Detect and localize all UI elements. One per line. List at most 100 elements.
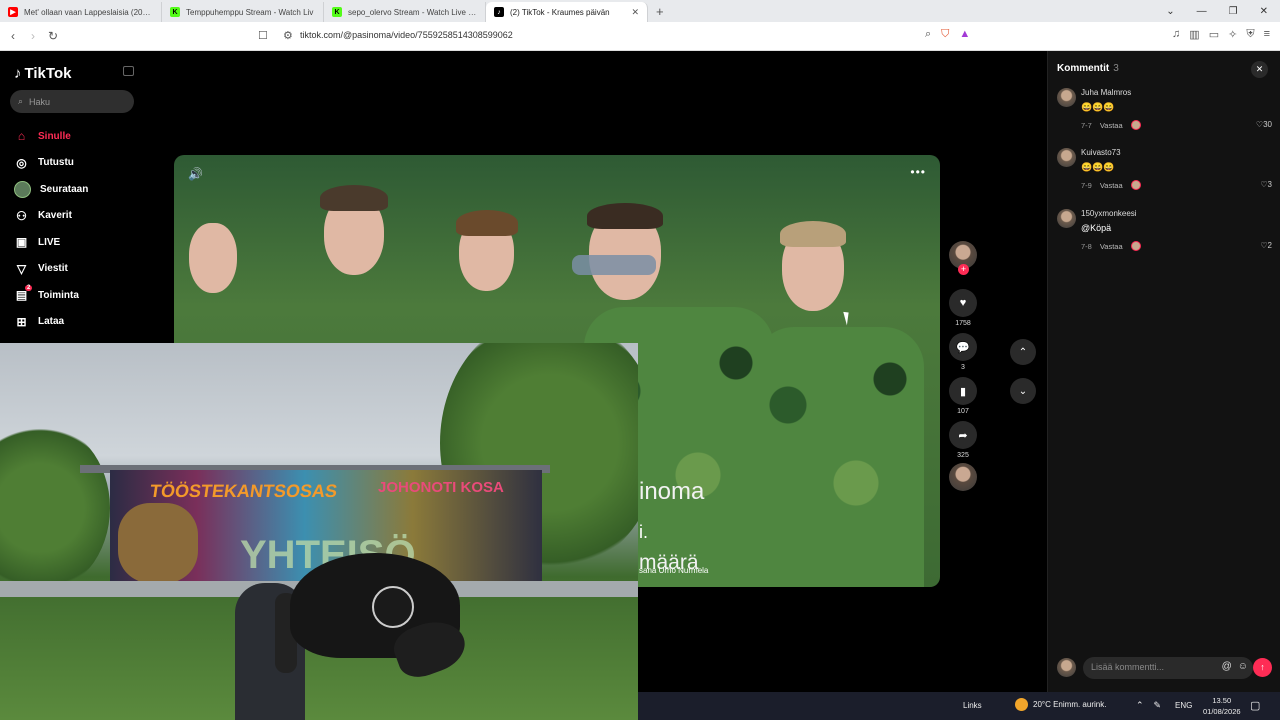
sidebar-item-kaverit[interactable]: ⚇ Kaverit [14, 203, 88, 230]
minimize-icon[interactable]: — [1197, 6, 1207, 17]
brave-rewards-icon[interactable]: ▲ [959, 28, 970, 41]
close-window-icon[interactable]: ✕ [1260, 6, 1268, 17]
browser-tab-active[interactable]: ♪ (2) TikTok - Kraumes päivän ✕ [486, 2, 648, 22]
vpn-icon[interactable]: ⛨ [1246, 28, 1254, 41]
reload-icon[interactable]: ↻ [43, 29, 63, 43]
weather-widget[interactable]: 20°C Enimm. aurink. [1015, 698, 1106, 711]
share-button[interactable]: ➦ [949, 421, 977, 449]
send-icon: ▽ [16, 261, 27, 276]
comment-like-button[interactable]: ♡3 [1260, 180, 1272, 189]
maximize-icon[interactable]: ❐ [1229, 6, 1238, 17]
sidebar-item-seurataan[interactable]: Seurataan [14, 176, 88, 203]
back-icon[interactable]: ‹ [3, 29, 23, 43]
pen-icon[interactable]: ✎ [1154, 700, 1162, 711]
tree [0, 423, 110, 593]
clock-time: 13.50 [1212, 696, 1232, 705]
close-comments-button[interactable]: ✕ [1251, 61, 1268, 78]
next-video-button[interactable]: ⌄ [1010, 378, 1036, 404]
comment-like-button[interactable]: ♡30 [1256, 120, 1272, 129]
creator-avatar[interactable]: + [949, 241, 977, 275]
comment-avatar[interactable] [1057, 88, 1076, 107]
notification-icon[interactable]: ▢ [1250, 699, 1260, 712]
comment-date: 7-8 [1081, 241, 1092, 251]
soldier-hair [456, 210, 518, 236]
comment-button[interactable]: 💬 [949, 333, 977, 361]
reply-button[interactable]: Vastaa [1100, 121, 1123, 130]
comment-username[interactable]: Kuivasto73 [1081, 148, 1121, 157]
menu-icon[interactable]: ≡ [1264, 28, 1270, 41]
clock-date: 01/08/2026 [1203, 707, 1241, 716]
chevron-up-icon[interactable]: ⌃ [1136, 700, 1144, 711]
compass-icon: ◎ [16, 155, 27, 170]
sidebar-item-toiminta[interactable]: ▤ 2 Toiminta [14, 282, 88, 309]
forward-icon[interactable]: › [23, 29, 43, 43]
search-input[interactable]: ⌕ Haku [10, 90, 134, 113]
sidebar-item-label: Kaverit [38, 210, 72, 222]
more-options-icon[interactable]: ••• [910, 165, 926, 179]
tab-title: (2) TikTok - Kraumes päivän [510, 7, 610, 17]
comment-like-button[interactable]: ♡2 [1260, 241, 1272, 250]
comments-header: Kommentit 3 [1057, 63, 1119, 74]
sidebar-icon[interactable]: ▥ [1189, 28, 1199, 41]
like-button[interactable]: ♥ [949, 289, 977, 317]
tab-search-icon[interactable]: ⌄ [1166, 6, 1174, 17]
sidebar-item-sinulle[interactable]: ⌂ Sinulle [14, 123, 88, 150]
kick-icon: K [170, 7, 180, 17]
creator-liked-avatar [1130, 180, 1141, 190]
close-icon[interactable]: ✕ [631, 7, 639, 18]
sidebar-item-live[interactable]: ▣ LIVE [14, 229, 88, 256]
sidebar-item-viestit[interactable]: ▽ Viestit [14, 256, 88, 283]
avatar-icon [14, 180, 31, 198]
comment-avatar[interactable] [1057, 148, 1076, 167]
comment-like-count: 30 [1263, 120, 1272, 129]
browser-tab[interactable]: ▶ Met' ollaan vaan Lappeslaisia (2007) # [0, 2, 162, 22]
url-field[interactable]: tiktok.com/@pasinoma/video/7559258514308… [300, 30, 513, 40]
comment-username[interactable]: 150yxmonkeesi [1081, 209, 1137, 218]
soldier-hair [320, 185, 388, 211]
share-icon: ➦ [958, 429, 968, 442]
tiktok-logo[interactable]: ♪ TikTok [14, 65, 71, 82]
comment-avatar[interactable] [1057, 209, 1076, 228]
collapse-sidebar-icon[interactable] [123, 66, 134, 76]
emoji-icon[interactable]: ☺ [1238, 661, 1248, 672]
reply-button[interactable]: Vastaa [1100, 242, 1123, 251]
send-comment-button[interactable]: ↑ [1253, 658, 1272, 677]
links-toolbar[interactable]: Links [963, 701, 982, 710]
creator-liked-avatar [1130, 241, 1141, 251]
webcam-overlay: TÖÖSTEKANTSOSAS JOHONOTI KOSA YHTEISÖ [0, 343, 638, 720]
sidebar-item-lataa[interactable]: ⊞ Lataa [14, 309, 88, 336]
comment-username[interactable]: Juha Malmros [1081, 88, 1131, 97]
mention-icon[interactable]: @ [1222, 661, 1232, 672]
media-icon[interactable]: ♫ [1172, 28, 1180, 41]
ai-icon[interactable]: ✧ [1228, 28, 1237, 41]
clock[interactable]: 13.50 01/08/2026 [1203, 695, 1241, 717]
comments-panel: Kommentit 3 ✕ Juha Malmros 😄😄😄 7-7 Vastaa… [1047, 51, 1280, 720]
sound-avatar[interactable] [949, 463, 977, 491]
reply-button[interactable]: Vastaa [1100, 181, 1123, 190]
volume-icon[interactable]: 🔊 [188, 167, 203, 181]
live-icon: ▣ [15, 235, 28, 250]
comments-title: Kommentit [1057, 63, 1110, 74]
search-icon: ⌕ [18, 96, 24, 106]
browser-tab[interactable]: K sepo_olervo Stream - Watch Live on [324, 2, 486, 22]
soldier-hair [587, 203, 663, 229]
brave-shield-icon[interactable]: ⛉ [941, 28, 949, 41]
bookmark-icon[interactable]: ☐ [258, 29, 268, 42]
comment-input-icons: @ ☺ [1222, 661, 1248, 672]
site-info-icon[interactable]: ⚙ [283, 29, 293, 42]
wallet-icon[interactable]: ▭ [1209, 28, 1219, 41]
previous-video-button[interactable]: ⌃ [1010, 339, 1036, 365]
creator-liked-avatar [1130, 120, 1141, 130]
save-button[interactable]: ▮ [949, 377, 977, 405]
follow-icon[interactable]: + [958, 264, 969, 275]
tab-title: Met' ollaan vaan Lappeslaisia (2007) # [24, 7, 153, 17]
arrow-up-icon: ↑ [1260, 662, 1265, 672]
chevron-down-icon: ⌄ [1018, 385, 1028, 397]
language-indicator[interactable]: ENG [1175, 701, 1192, 710]
browser-tab[interactable]: K Temppuhemppu Stream - Watch Liv [162, 2, 324, 22]
sidebar-item-tutustu[interactable]: ◎ Tutustu [14, 150, 88, 177]
soldier-uniform [754, 327, 924, 587]
new-tab-button[interactable]: + [648, 4, 672, 19]
zoom-icon[interactable]: ⌕ [925, 28, 931, 41]
address-bar: ‹ › ↻ ☐ ⚙ tiktok.com/@pasinoma/video/755… [0, 22, 1280, 51]
